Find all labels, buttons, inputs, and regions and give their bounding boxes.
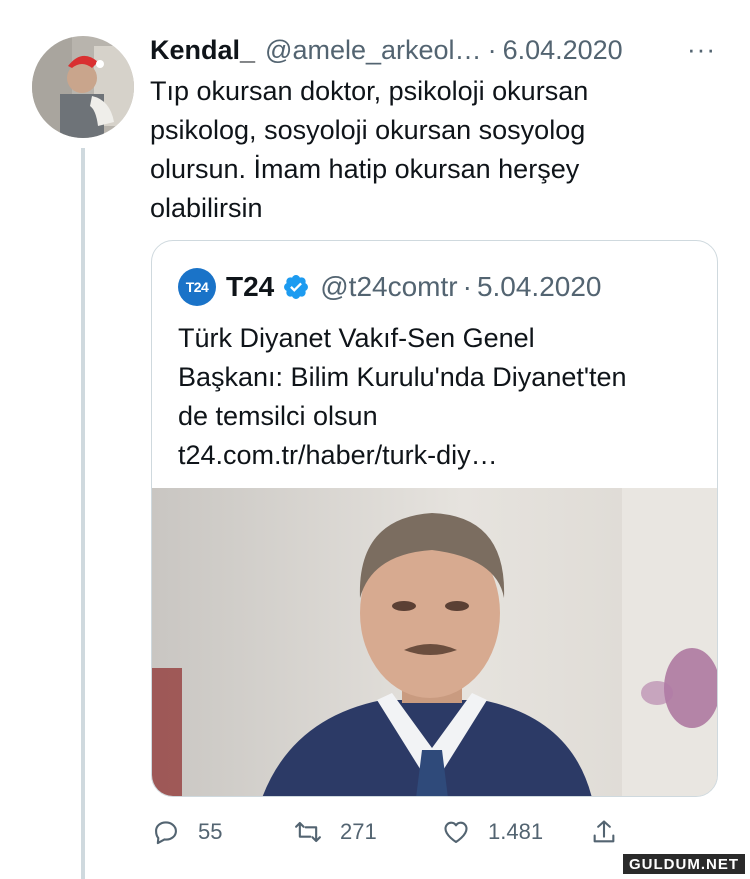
like-count: 1.481 xyxy=(488,819,544,844)
quote-date: 5.04.2020 xyxy=(476,271,602,302)
quoted-tweet[interactable]: T24 T24 @t24comtr · 5.04.2020 Türk Diyan… xyxy=(151,240,718,797)
avatar[interactable] xyxy=(32,36,134,138)
avatar-photo xyxy=(32,36,134,138)
quote-photo[interactable] xyxy=(152,488,718,797)
separator-dot: · xyxy=(462,271,472,302)
quote-link[interactable]: t24.com.tr/haber/turk-diy… xyxy=(178,436,708,475)
share-button[interactable] xyxy=(590,810,636,854)
more-options-icon[interactable]: ··· xyxy=(687,34,716,65)
user-handle[interactable]: @amele_arkeol… xyxy=(265,35,482,66)
reply-count: 55 xyxy=(198,819,223,844)
tweet-header: Kendal_ @amele_arkeol… · 6.04.2020 ··· xyxy=(150,32,730,68)
share-icon xyxy=(593,820,615,843)
quote-text: Türk Diyanet Vakıf-Sen Genel Başkanı: Bi… xyxy=(178,319,708,475)
tweet-text-line: psikolog, sosyoloji okursan sosyolog xyxy=(150,115,586,145)
quote-header: T24 T24 @t24comtr · 5.04.2020 xyxy=(178,268,602,306)
thread-line xyxy=(81,148,85,879)
quote-text-line: Başkanı: Bilim Kurulu'nda Diyanet'ten xyxy=(178,362,627,392)
tweet-text: Tıp okursan doktor, psikoloji okursan ps… xyxy=(150,72,710,228)
quote-text-line: de temsilci olsun xyxy=(178,401,378,431)
tweet-date[interactable]: 6.04.2020 xyxy=(503,35,623,66)
separator-dot: · xyxy=(487,34,497,65)
display-name[interactable]: Kendal_ xyxy=(150,35,255,66)
quote-handle: @t24comtr xyxy=(320,271,458,302)
reply-icon xyxy=(155,821,177,845)
heart-icon xyxy=(444,821,468,843)
tweet-text-line: Tıp okursan doktor, psikoloji okursan xyxy=(150,76,589,106)
watermark-logo: GULDUM.NET xyxy=(622,853,746,875)
tweet-text-line: olabilirsin xyxy=(150,193,263,223)
action-bar: 55 271 1.481 xyxy=(150,810,630,854)
retweet-button[interactable]: 271 xyxy=(294,810,377,854)
tweet-text-line: olursun. İmam hatip okursan herşey xyxy=(150,154,580,184)
quote-display-name: T24 xyxy=(226,271,275,302)
quote-text-line: Türk Diyanet Vakıf-Sen Genel xyxy=(178,323,535,353)
reply-button[interactable]: 55 xyxy=(152,810,222,854)
retweet-count: 271 xyxy=(340,819,377,844)
retweet-icon xyxy=(295,821,321,843)
verified-badge-icon xyxy=(284,275,309,299)
quote-avatar[interactable]: T24 xyxy=(178,268,216,306)
like-button[interactable]: 1.481 xyxy=(442,810,543,854)
